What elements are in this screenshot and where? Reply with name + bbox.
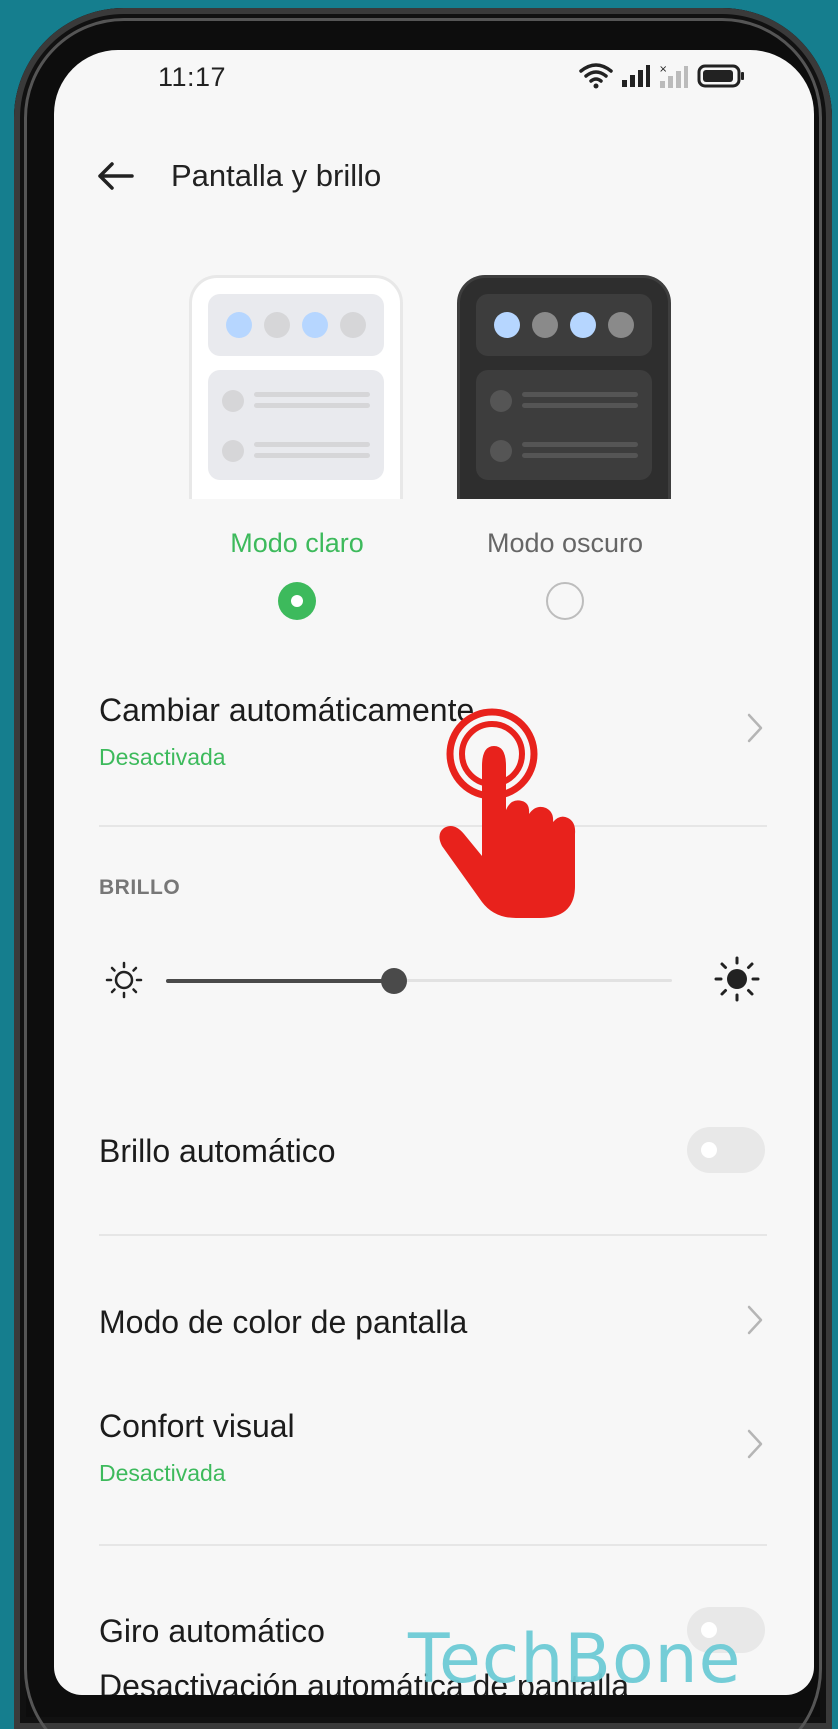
- divider: [99, 1234, 767, 1236]
- auto-switch-title: Cambiar automáticamente: [99, 692, 475, 728]
- display-color-title: Modo de color de pantalla: [99, 1304, 468, 1340]
- chevron-right-icon: [747, 1429, 763, 1459]
- brightness-slider[interactable]: [166, 968, 672, 994]
- brightness-low-icon: [105, 961, 143, 999]
- chevron-right-icon: [747, 1305, 763, 1335]
- dark-mode-radio[interactable]: [546, 582, 584, 620]
- eye-comfort-status: Desactivada: [99, 1460, 226, 1486]
- status-time: 11:17: [158, 62, 227, 92]
- phone-screen: 11:17 × Pantalla y brillo Modo claro Mod…: [54, 50, 814, 1695]
- chevron-right-icon: [747, 713, 763, 743]
- light-mode-preview[interactable]: [189, 275, 403, 499]
- auto-brightness-title: Brillo automático: [99, 1133, 336, 1169]
- brightness-section-header: BRILLO: [99, 876, 181, 899]
- status-icons: ×: [579, 62, 745, 90]
- auto-brightness-toggle[interactable]: [687, 1127, 765, 1173]
- brightness-slider-thumb[interactable]: [380, 968, 407, 994]
- battery-icon: [697, 64, 744, 88]
- light-mode-radio[interactable]: [278, 582, 316, 620]
- light-mode-label[interactable]: Modo claro: [187, 528, 407, 559]
- brightness-high-icon: [714, 956, 760, 1002]
- signal-no-sim-icon: ×: [659, 64, 688, 88]
- auto-switch-status: Desactivada: [99, 744, 226, 770]
- divider: [99, 825, 767, 827]
- brightness-slider-fill: [166, 978, 394, 983]
- svg-text:×: ×: [659, 64, 667, 75]
- eye-comfort-title: Confort visual: [99, 1408, 295, 1444]
- techbone-watermark: TechBone: [408, 1620, 742, 1699]
- page-title: Pantalla y brillo: [171, 158, 382, 193]
- wifi-icon: [579, 63, 613, 89]
- divider: [99, 1544, 767, 1546]
- tap-hand-icon: [439, 708, 576, 918]
- arrow-left-icon[interactable]: [94, 154, 138, 198]
- auto-rotate-title: Giro automático: [99, 1613, 325, 1649]
- dark-mode-preview[interactable]: [457, 275, 671, 499]
- dark-mode-label[interactable]: Modo oscuro: [455, 528, 675, 559]
- signal-icon: [622, 65, 650, 87]
